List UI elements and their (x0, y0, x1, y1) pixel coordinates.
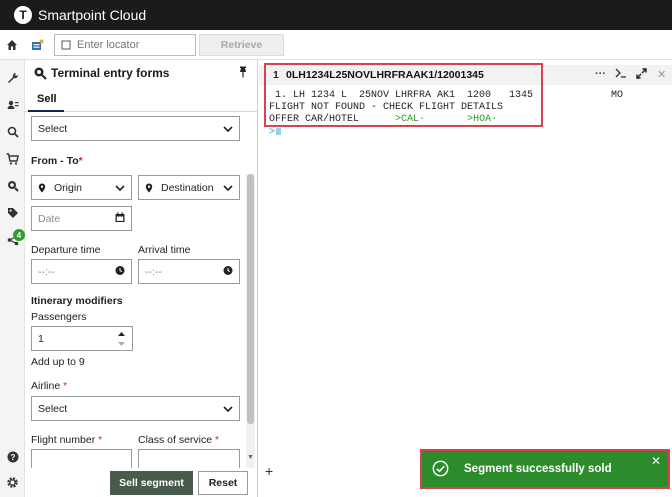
form-tabs: Sell (25, 86, 257, 112)
stepper-arrows[interactable] (117, 330, 126, 349)
terminal-tab-bar: 1 0LH1234L25NOVLHRFRAAK1/12001345 ··· ✕ (259, 65, 672, 85)
passengers-stepper[interactable]: 1 (31, 326, 133, 351)
zoom-search-icon[interactable] (5, 178, 20, 193)
itinerary-modifiers-heading: Itinerary modifiers (31, 295, 123, 307)
airline-select-value: Select (38, 402, 68, 415)
arrival-time-field[interactable]: --:-- (138, 259, 240, 284)
terminal-line: FLIGHT NOT FOUND - CHECK FLIGHT DETAILS (269, 102, 504, 113)
left-icon-rail: 4 ? (0, 60, 25, 497)
passengers-label: Passengers (31, 311, 87, 323)
wrench-icon[interactable] (5, 70, 20, 85)
panel-title: Terminal entry forms (51, 66, 170, 80)
terminal-prompt[interactable]: > (269, 127, 282, 138)
panel-header: Terminal entry forms (25, 60, 257, 86)
search-icon[interactable] (5, 124, 20, 139)
sell-segment-button[interactable]: Sell segment (110, 471, 193, 495)
date-field[interactable]: Date (31, 206, 132, 231)
terminal-tab-title[interactable]: 0LH1234L25NOVLHRFRAAK1/12001345 (286, 69, 484, 81)
departure-time-placeholder: --:-- (38, 265, 55, 278)
add-terminal-icon[interactable]: + (265, 463, 273, 479)
airline-label: Airline * (31, 380, 68, 392)
active-tab-indicator (28, 110, 64, 112)
tab-sell[interactable]: Sell (37, 93, 57, 105)
cart-icon[interactable] (5, 151, 20, 166)
class-of-service-field[interactable] (138, 449, 240, 469)
pin-icon[interactable] (238, 66, 248, 81)
flight-number-label: Flight number * (31, 434, 103, 446)
app-title: Smartpoint Cloud (38, 7, 147, 23)
settings-gear-icon[interactable] (5, 475, 20, 490)
terminal-line: OFFER CAR/HOTEL >CAL· >HOA· (269, 114, 498, 125)
close-icon[interactable]: ✕ (657, 68, 666, 81)
form-type-select[interactable]: Select (31, 116, 240, 141)
tag-icon[interactable] (5, 205, 20, 220)
svg-text:?: ? (10, 453, 15, 462)
chevron-down-icon (115, 182, 125, 194)
scrollbar-thumb[interactable] (247, 174, 254, 424)
arrival-time-label: Arrival time (138, 244, 191, 256)
toast-message: Segment successfully sold (464, 463, 612, 475)
origin-select[interactable]: Origin (31, 175, 132, 200)
destination-value: Destination (161, 181, 214, 194)
success-toast: Segment successfully sold ✕ (420, 449, 670, 489)
check-circle-icon (432, 460, 449, 480)
arrival-time-placeholder: --:-- (145, 265, 162, 278)
class-of-service-label: Class of service * (138, 434, 220, 446)
help-icon[interactable]: ? (5, 449, 20, 464)
text-cursor (276, 127, 282, 135)
home-icon[interactable] (0, 30, 24, 60)
terminal-line: 1. LH 1234 L 25NOV LHRFRA AK1 1200 1345 … (269, 90, 624, 101)
main-toolbar: Retrieve (0, 30, 672, 60)
profile-card-icon[interactable] (5, 97, 20, 112)
locator-field[interactable] (54, 33, 196, 56)
calendar-icon[interactable] (115, 212, 125, 225)
clock-icon[interactable] (223, 265, 233, 278)
close-icon[interactable]: ✕ (651, 454, 661, 468)
departure-time-field[interactable]: --:-- (31, 259, 132, 284)
panel-scrollbar[interactable] (246, 174, 255, 474)
location-pin-icon (38, 183, 46, 192)
expand-icon[interactable] (636, 68, 647, 82)
notification-badge: 4 (13, 229, 25, 241)
reset-button[interactable]: Reset (198, 471, 248, 495)
passengers-hint: Add up to 9 (31, 356, 85, 368)
terminal-output: 1. LH 1234 L 25NOV LHRFRA AK1 1200 1345 … (269, 90, 623, 126)
date-placeholder: Date (38, 212, 61, 225)
locator-icon (61, 40, 71, 49)
brand-logo-icon: T (14, 6, 32, 24)
hotel-link[interactable]: >HOA· (467, 114, 497, 125)
terminal-window: 1 0LH1234L25NOVLHRFRAAK1/12001345 ··· ✕ … (259, 60, 672, 497)
clock-icon[interactable] (115, 265, 125, 278)
departure-time-label: Departure time (31, 244, 101, 256)
form-type-select-value: Select (38, 122, 68, 135)
command-prompt-icon[interactable] (615, 68, 627, 81)
chevron-down-icon (223, 182, 233, 194)
airline-select[interactable]: Select (31, 396, 240, 421)
scroll-down-arrow-icon[interactable]: ▼ (246, 452, 255, 462)
flight-number-field[interactable] (31, 449, 132, 469)
car-link[interactable]: >CAL· (395, 114, 425, 125)
form-actions: Sell segment Reset (25, 468, 257, 497)
chevron-down-icon (223, 123, 233, 135)
passengers-value: 1 (38, 332, 44, 345)
more-options-icon[interactable]: ··· (595, 68, 606, 80)
terminal-entry-forms-panel: Terminal entry forms Sell Select From - … (25, 60, 258, 497)
retrieve-button[interactable]: Retrieve (199, 33, 284, 56)
new-booking-icon[interactable] (24, 30, 50, 60)
search-form-icon (34, 67, 47, 80)
destination-select[interactable]: Destination (138, 175, 240, 200)
from-to-label: From - To* (31, 155, 83, 167)
origin-value: Origin (54, 181, 83, 194)
terminal-tab-number[interactable]: 1 (273, 69, 279, 81)
app-topbar: T Smartpoint Cloud (0, 0, 672, 30)
locator-input[interactable] (77, 38, 187, 51)
location-pin-icon (145, 183, 153, 192)
chevron-down-icon (223, 403, 233, 415)
